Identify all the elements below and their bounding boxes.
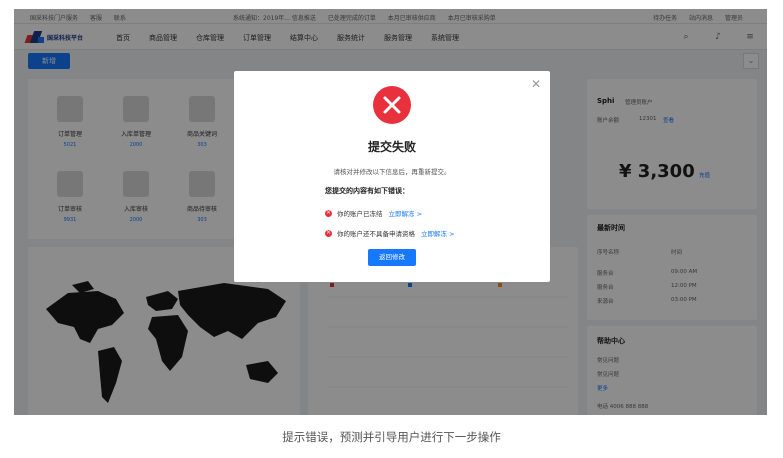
unfreeze-link[interactable]: 立即解冻 >	[421, 228, 455, 238]
error-text: 你的账户还不具备申请资格	[337, 230, 415, 238]
error-text: 你的账户已冻结	[337, 210, 383, 218]
error-dot-icon	[325, 229, 332, 237]
back-to-edit-button[interactable]: 返回修改	[368, 249, 416, 266]
close-icon[interactable]: ✕	[531, 77, 541, 91]
error-item: 你的账户已冻结 立即解冻 >	[325, 208, 422, 218]
caption: 提示错误，预测并引导用户进行下一步操作	[282, 430, 501, 444]
modal-subtitle: 您提交的内容有如下错误：	[325, 187, 409, 195]
modal-description: 请核对并修改以下信息后，再重新提交。	[333, 168, 451, 176]
modal-title: 提交失败	[367, 140, 416, 154]
unfreeze-link[interactable]: 立即解冻 >	[389, 208, 423, 218]
error-item: 你的账户还不具备申请资格 立即解冻 >	[325, 228, 455, 238]
error-dot-icon	[325, 209, 332, 217]
error-circle-icon	[373, 86, 411, 124]
app-screenshot: 国采科技门户服务 客服 联系 系统通知：2019年... 信息推送 已处理完成的…	[14, 9, 767, 415]
error-modal: ✕ 提交失败 请核对并修改以下信息后，再重新提交。 您提交的内容有如下错误： 你…	[234, 71, 550, 282]
